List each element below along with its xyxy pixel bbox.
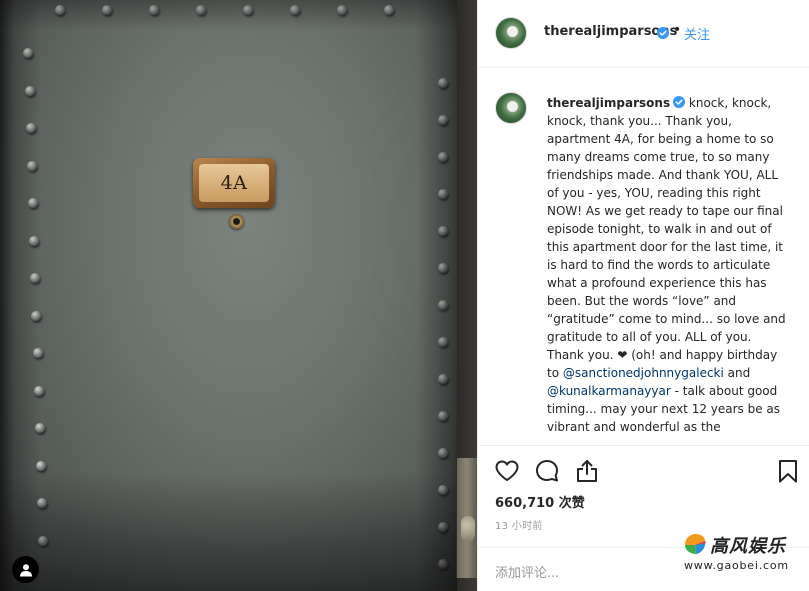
photo-vignette (0, 0, 477, 591)
site-watermark: 高风娱乐 www.gaobei.com (680, 527, 800, 577)
mention-link-johnnygalecki[interactable]: @sanctionedjohnnygalecki (563, 366, 724, 380)
like-count[interactable]: 660,710 次赞 (495, 492, 585, 511)
caption-username[interactable]: therealjimparsons (547, 96, 670, 110)
mention-link-kunalkarmanayyar[interactable]: @kunalkarmanayyar (547, 384, 671, 398)
door-latch (456, 458, 477, 578)
tagged-users-button[interactable] (12, 556, 39, 583)
add-comment-input[interactable]: 添加评论... (495, 562, 559, 581)
verified-badge-icon (657, 27, 669, 39)
share-icon[interactable] (574, 458, 600, 484)
user-icon (19, 563, 32, 576)
caption-text-1: knock, knock, knock, thank you... Thank … (547, 96, 786, 380)
comments-scroll-area[interactable]: therealjimparsons knock, knock, knock, t… (478, 69, 809, 445)
like-heart-icon[interactable] (494, 458, 520, 484)
watermark-logo-icon (685, 534, 706, 554)
post-caption: therealjimparsons knock, knock, knock, t… (547, 94, 791, 436)
header-separator-dot: • (673, 22, 682, 38)
post-timestamp[interactable]: 13 小时前 (495, 517, 543, 532)
door-peephole (229, 214, 244, 229)
comment-bubble-icon[interactable] (534, 458, 560, 484)
door-number-plate-inner: 4A (199, 164, 269, 202)
verified-badge-icon (673, 96, 686, 108)
post-sidebar: therealjimparsons • 关注 therealjimparsons… (477, 0, 809, 591)
header-avatar[interactable] (495, 17, 527, 49)
follow-button[interactable]: 关注 (684, 24, 710, 43)
post-header: therealjimparsons • 关注 (478, 0, 809, 68)
post-photo[interactable]: 4A (0, 0, 477, 591)
door-number: 4A (220, 172, 248, 194)
watermark-url: www.gaobei.com (684, 559, 789, 572)
caption-avatar[interactable] (495, 92, 527, 124)
watermark-logo-text: 高风娱乐 (710, 536, 786, 557)
caption-text-2: and (723, 366, 751, 380)
door-number-plate: 4A (193, 158, 275, 208)
latch-knob (461, 516, 475, 542)
bookmark-icon[interactable] (775, 458, 801, 484)
